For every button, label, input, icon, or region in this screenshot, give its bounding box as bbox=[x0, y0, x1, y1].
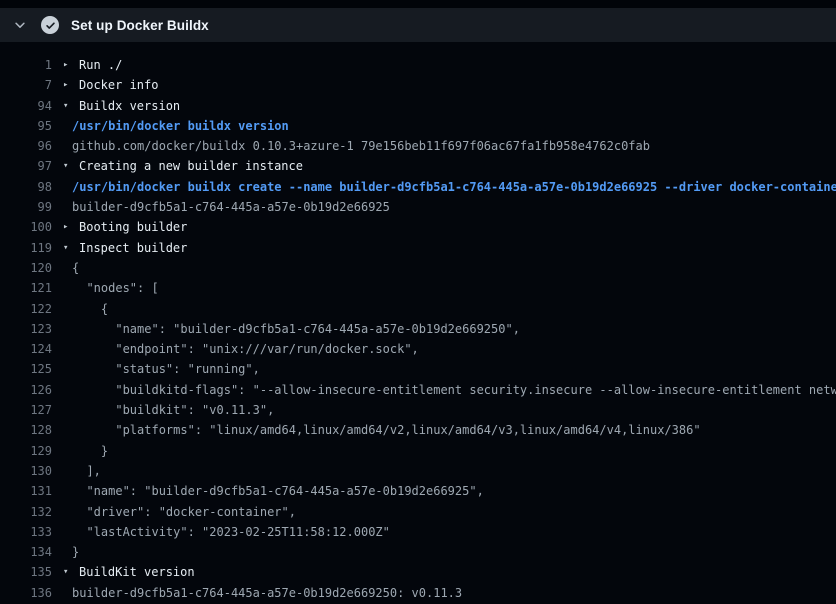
line-number[interactable]: 131 bbox=[0, 481, 52, 501]
log-line-text: } bbox=[72, 542, 79, 562]
log-line-text: "buildkitd-flags": "--allow-insecure-ent… bbox=[72, 380, 836, 400]
line-number[interactable]: 120 bbox=[0, 258, 52, 278]
line-number[interactable]: 95 bbox=[0, 116, 52, 136]
line-number[interactable]: 100 bbox=[0, 217, 52, 237]
line-number[interactable]: 126 bbox=[0, 380, 52, 400]
log-line-text: { bbox=[72, 299, 108, 319]
triangle-collapsed-icon[interactable]: ▸ bbox=[63, 75, 79, 95]
line-number[interactable]: 124 bbox=[0, 339, 52, 359]
line-number[interactable]: 96 bbox=[0, 136, 52, 156]
log-line-text: Buildx version bbox=[79, 96, 180, 116]
log-line: 136 builder-d9cfb5a1-c764-445a-a57e-0b19… bbox=[0, 583, 836, 603]
line-number[interactable]: 7 bbox=[0, 75, 52, 95]
log-line-text: "endpoint": "unix:///var/run/docker.sock… bbox=[72, 339, 419, 359]
line-number[interactable]: 123 bbox=[0, 319, 52, 339]
step-header[interactable]: Set up Docker Buildx bbox=[0, 8, 836, 42]
check-circle-icon bbox=[41, 16, 59, 34]
step-title: Set up Docker Buildx bbox=[71, 18, 209, 33]
log-line-text: "driver": "docker-container", bbox=[72, 502, 296, 522]
log-line: 130 ], bbox=[0, 461, 836, 481]
log-line: 132 "driver": "docker-container", bbox=[0, 502, 836, 522]
log-line: 121 "nodes": [ bbox=[0, 278, 836, 298]
actions-log-viewer: Set up Docker Buildx 1 ▸ Run ./ 7 ▸ Dock… bbox=[0, 0, 836, 604]
line-number[interactable]: 133 bbox=[0, 522, 52, 542]
log-line-text: Run ./ bbox=[79, 55, 122, 75]
log-line[interactable]: 97 ▾ Creating a new builder instance bbox=[0, 156, 836, 176]
line-number[interactable]: 97 bbox=[0, 156, 52, 176]
log-line[interactable]: 7 ▸ Docker info bbox=[0, 75, 836, 95]
line-number[interactable]: 1 bbox=[0, 55, 52, 75]
log-line[interactable]: 1 ▸ Run ./ bbox=[0, 55, 836, 75]
line-number[interactable]: 130 bbox=[0, 461, 52, 481]
log-line[interactable]: 119 ▾ Inspect builder bbox=[0, 238, 836, 258]
line-number[interactable]: 134 bbox=[0, 542, 52, 562]
log-line: 95 /usr/bin/docker buildx version bbox=[0, 116, 836, 136]
triangle-collapsed-icon[interactable]: ▸ bbox=[63, 217, 79, 237]
log-line: 128 "platforms": "linux/amd64,linux/amd6… bbox=[0, 420, 836, 440]
log-line: 122 { bbox=[0, 299, 836, 319]
line-number[interactable]: 136 bbox=[0, 583, 52, 603]
line-number[interactable]: 121 bbox=[0, 278, 52, 298]
log-line-text: /usr/bin/docker buildx create --name bui… bbox=[72, 177, 836, 197]
log-line-text: /usr/bin/docker buildx version bbox=[72, 116, 289, 136]
line-number[interactable]: 98 bbox=[0, 177, 52, 197]
line-number[interactable]: 132 bbox=[0, 502, 52, 522]
chevron-down-icon[interactable] bbox=[12, 17, 28, 33]
log-line: 134 } bbox=[0, 542, 836, 562]
line-number[interactable]: 129 bbox=[0, 441, 52, 461]
line-number[interactable]: 119 bbox=[0, 238, 52, 258]
triangle-expanded-icon[interactable]: ▾ bbox=[63, 238, 79, 258]
log-line-text: "name": "builder-d9cfb5a1-c764-445a-a57e… bbox=[72, 481, 484, 501]
log-line-text: Booting builder bbox=[79, 217, 187, 237]
log-line: 129 } bbox=[0, 441, 836, 461]
log-line-text: } bbox=[72, 441, 108, 461]
log-line-text: builder-d9cfb5a1-c764-445a-a57e-0b19d2e6… bbox=[72, 583, 462, 603]
triangle-expanded-icon[interactable]: ▾ bbox=[63, 96, 79, 116]
line-number[interactable]: 122 bbox=[0, 299, 52, 319]
triangle-expanded-icon[interactable]: ▾ bbox=[63, 562, 79, 582]
log-line-text: "lastActivity": "2023-02-25T11:58:12.000… bbox=[72, 522, 390, 542]
triangle-expanded-icon[interactable]: ▾ bbox=[63, 156, 79, 176]
log-line[interactable]: 135 ▾ BuildKit version bbox=[0, 562, 836, 582]
log-line-text: "name": "builder-d9cfb5a1-c764-445a-a57e… bbox=[72, 319, 520, 339]
line-number[interactable]: 128 bbox=[0, 420, 52, 440]
log-line: 127 "buildkit": "v0.11.3", bbox=[0, 400, 836, 420]
log-line-text: ], bbox=[72, 461, 101, 481]
log-line: 99 builder-d9cfb5a1-c764-445a-a57e-0b19d… bbox=[0, 197, 836, 217]
log-line[interactable]: 94 ▾ Buildx version bbox=[0, 96, 836, 116]
log-line-text: builder-d9cfb5a1-c764-445a-a57e-0b19d2e6… bbox=[72, 197, 390, 217]
log-line-text: "nodes": [ bbox=[72, 278, 159, 298]
log-line: 96 github.com/docker/buildx 0.10.3+azure… bbox=[0, 136, 836, 156]
log-line[interactable]: 100 ▸ Booting builder bbox=[0, 217, 836, 237]
log-line-text: "buildkit": "v0.11.3", bbox=[72, 400, 274, 420]
log-line-text: BuildKit version bbox=[79, 562, 195, 582]
log-line-text: "status": "running", bbox=[72, 359, 260, 379]
log-line: 133 "lastActivity": "2023-02-25T11:58:12… bbox=[0, 522, 836, 542]
line-number[interactable]: 94 bbox=[0, 96, 52, 116]
log-area: 1 ▸ Run ./ 7 ▸ Docker info 94 ▾ Buildx v… bbox=[0, 42, 836, 603]
log-line: 126 "buildkitd-flags": "--allow-insecure… bbox=[0, 380, 836, 400]
log-line: 125 "status": "running", bbox=[0, 359, 836, 379]
log-line-text: "platforms": "linux/amd64,linux/amd64/v2… bbox=[72, 420, 701, 440]
triangle-collapsed-icon[interactable]: ▸ bbox=[63, 55, 79, 75]
log-line: 124 "endpoint": "unix:///var/run/docker.… bbox=[0, 339, 836, 359]
log-line-text: github.com/docker/buildx 0.10.3+azure-1 … bbox=[72, 136, 650, 156]
log-line-text: Inspect builder bbox=[79, 238, 187, 258]
log-line: 123 "name": "builder-d9cfb5a1-c764-445a-… bbox=[0, 319, 836, 339]
line-number[interactable]: 99 bbox=[0, 197, 52, 217]
log-line: 120 { bbox=[0, 258, 836, 278]
line-number[interactable]: 125 bbox=[0, 359, 52, 379]
log-line: 131 "name": "builder-d9cfb5a1-c764-445a-… bbox=[0, 481, 836, 501]
line-number[interactable]: 127 bbox=[0, 400, 52, 420]
line-number[interactable]: 135 bbox=[0, 562, 52, 582]
log-line-text: Creating a new builder instance bbox=[79, 156, 303, 176]
log-line: 98 /usr/bin/docker buildx create --name … bbox=[0, 177, 836, 197]
page-background-strip bbox=[0, 0, 836, 8]
log-line-text: Docker info bbox=[79, 75, 158, 95]
log-line-text: { bbox=[72, 258, 79, 278]
